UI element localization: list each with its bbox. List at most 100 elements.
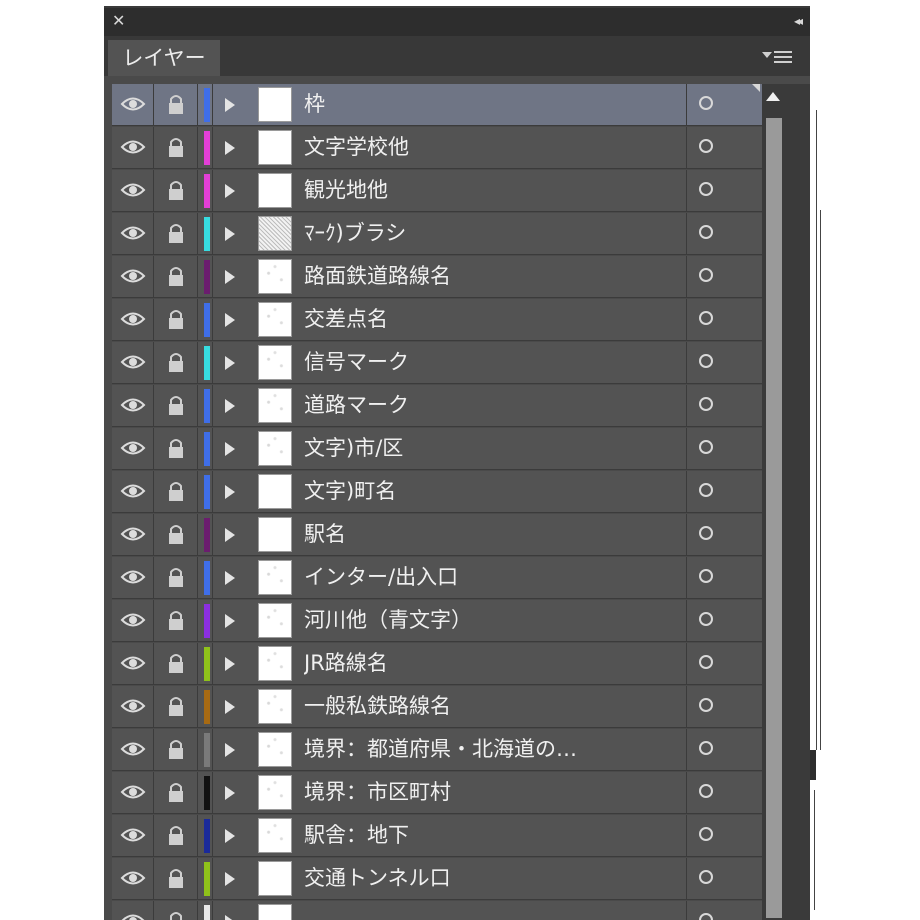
layer-row[interactable]: 枠	[112, 84, 762, 126]
visibility-toggle[interactable]	[112, 643, 154, 684]
layer-row[interactable]: 駅名	[112, 514, 762, 556]
layer-target[interactable]	[686, 815, 762, 856]
lock-toggle[interactable]	[154, 901, 198, 920]
lock-toggle[interactable]	[154, 428, 198, 469]
expand-toggle[interactable]	[212, 428, 254, 469]
layer-target[interactable]	[686, 901, 762, 920]
visibility-toggle[interactable]	[112, 471, 154, 512]
layer-row[interactable]: 文字)市/区	[112, 428, 762, 470]
expand-toggle[interactable]	[212, 772, 254, 813]
layer-target[interactable]	[686, 342, 762, 383]
layer-name[interactable]: 枠	[304, 84, 684, 125]
lock-toggle[interactable]	[154, 729, 198, 770]
scrollbar-thumb[interactable]	[766, 118, 782, 918]
visibility-toggle[interactable]	[112, 385, 154, 426]
lock-toggle[interactable]	[154, 385, 198, 426]
layer-name[interactable]: 境界：市区町村	[304, 772, 684, 813]
visibility-toggle[interactable]	[112, 557, 154, 598]
visibility-toggle[interactable]	[112, 600, 154, 641]
layer-target[interactable]	[686, 514, 762, 555]
expand-toggle[interactable]	[212, 815, 254, 856]
lock-toggle[interactable]	[154, 342, 198, 383]
layer-target[interactable]	[686, 729, 762, 770]
expand-toggle[interactable]	[212, 901, 254, 920]
layer-row[interactable]: JR路線名	[112, 643, 762, 685]
layer-row[interactable]: ﾏｰｸ)ブラシ	[112, 213, 762, 255]
layer-name[interactable]: 河川他（青文字）	[304, 600, 684, 641]
lock-toggle[interactable]	[154, 557, 198, 598]
layer-target[interactable]	[686, 213, 762, 254]
layer-row[interactable]: インター/出入口	[112, 557, 762, 599]
layer-name[interactable]: 文字)市/区	[304, 428, 684, 469]
tab-layers[interactable]: レイヤー	[108, 40, 220, 76]
visibility-toggle[interactable]	[112, 901, 154, 920]
layer-row[interactable]: 交差点名	[112, 299, 762, 341]
lock-toggle[interactable]	[154, 256, 198, 297]
layer-name[interactable]: 文字)町名	[304, 471, 684, 512]
expand-toggle[interactable]	[212, 127, 254, 168]
lock-toggle[interactable]	[154, 514, 198, 555]
layer-row[interactable]: 観光地他	[112, 170, 762, 212]
layer-name[interactable]: 駅舎：地下	[304, 815, 684, 856]
layer-name[interactable]: 路面鉄道路線名	[304, 256, 684, 297]
layer-name[interactable]: 境界：都道府県・北海道の…	[304, 729, 684, 770]
layer-name[interactable]: インター/出入口	[304, 557, 684, 598]
layer-row[interactable]: 河川他（青文字）	[112, 600, 762, 642]
lock-toggle[interactable]	[154, 127, 198, 168]
lock-toggle[interactable]	[154, 643, 198, 684]
layer-name[interactable]: 信号マーク	[304, 342, 684, 383]
layer-target[interactable]	[686, 385, 762, 426]
expand-toggle[interactable]	[212, 643, 254, 684]
visibility-toggle[interactable]	[112, 299, 154, 340]
visibility-toggle[interactable]	[112, 84, 154, 125]
layer-target[interactable]	[686, 127, 762, 168]
visibility-toggle[interactable]	[112, 342, 154, 383]
layer-name[interactable]	[304, 901, 684, 920]
layer-target[interactable]	[686, 557, 762, 598]
layer-row[interactable]: 信号マーク	[112, 342, 762, 384]
expand-toggle[interactable]	[212, 256, 254, 297]
layer-target[interactable]	[686, 256, 762, 297]
layer-row[interactable]: 文字)町名	[112, 471, 762, 513]
scroll-up-icon[interactable]	[766, 92, 780, 101]
expand-toggle[interactable]	[212, 514, 254, 555]
lock-toggle[interactable]	[154, 471, 198, 512]
layer-name[interactable]: 交通トンネル口	[304, 858, 684, 899]
visibility-toggle[interactable]	[112, 729, 154, 770]
lock-toggle[interactable]	[154, 686, 198, 727]
layer-row[interactable]: 駅舎：地下	[112, 815, 762, 857]
expand-toggle[interactable]	[212, 471, 254, 512]
lock-toggle[interactable]	[154, 772, 198, 813]
layer-row[interactable]	[112, 901, 762, 920]
layer-target[interactable]	[686, 299, 762, 340]
lock-toggle[interactable]	[154, 600, 198, 641]
lock-toggle[interactable]	[154, 84, 198, 125]
layer-target[interactable]	[686, 84, 762, 125]
close-icon[interactable]: ✕	[112, 11, 125, 31]
layer-name[interactable]: 文字学校他	[304, 127, 684, 168]
layer-row[interactable]: 境界：都道府県・北海道の…	[112, 729, 762, 771]
lock-toggle[interactable]	[154, 858, 198, 899]
visibility-toggle[interactable]	[112, 127, 154, 168]
layer-row[interactable]: 境界：市区町村	[112, 772, 762, 814]
layer-target[interactable]	[686, 471, 762, 512]
layer-name[interactable]: 駅名	[304, 514, 684, 555]
layer-row[interactable]: 文字学校他	[112, 127, 762, 169]
lock-toggle[interactable]	[154, 213, 198, 254]
layer-target[interactable]	[686, 600, 762, 641]
visibility-toggle[interactable]	[112, 428, 154, 469]
layer-name[interactable]: ﾏｰｸ)ブラシ	[304, 213, 684, 254]
layer-row[interactable]: 交通トンネル口	[112, 858, 762, 900]
layer-target[interactable]	[686, 686, 762, 727]
layer-name[interactable]: 観光地他	[304, 170, 684, 211]
layer-name[interactable]: 道路マーク	[304, 385, 684, 426]
visibility-toggle[interactable]	[112, 514, 154, 555]
visibility-toggle[interactable]	[112, 772, 154, 813]
panel-menu-icon[interactable]	[762, 48, 792, 66]
visibility-toggle[interactable]	[112, 170, 154, 211]
layer-row[interactable]: 道路マーク	[112, 385, 762, 427]
visibility-toggle[interactable]	[112, 213, 154, 254]
collapse-icon[interactable]: ◂◂	[794, 11, 803, 31]
layer-target[interactable]	[686, 170, 762, 211]
expand-toggle[interactable]	[212, 342, 254, 383]
